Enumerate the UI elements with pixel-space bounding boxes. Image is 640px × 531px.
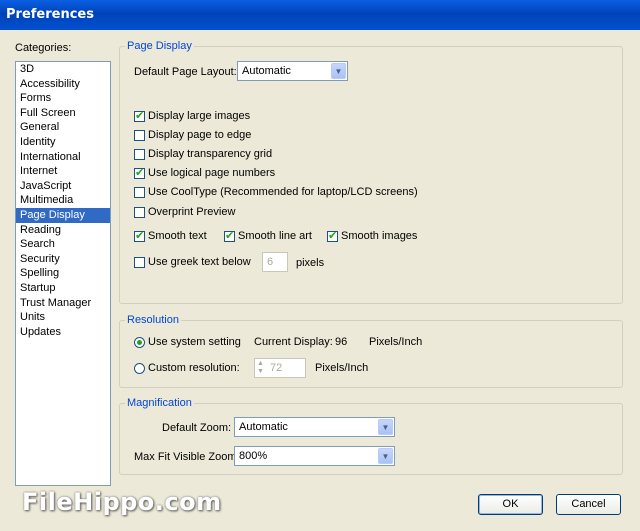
checkbox-box[interactable] <box>134 148 145 160</box>
overprint-preview-label: Overprint Preview <box>148 206 236 218</box>
checkbox-box[interactable] <box>134 109 145 122</box>
category-item[interactable]: Updates <box>16 325 110 340</box>
checkbox-box[interactable] <box>134 256 145 268</box>
use-logical-page-numbers-label: Use logical page numbers <box>148 167 276 179</box>
category-item[interactable]: Full Screen <box>16 106 110 121</box>
checkbox-box[interactable] <box>134 129 145 141</box>
category-item[interactable]: Units <box>16 310 110 325</box>
category-item[interactable]: Reading <box>16 223 110 238</box>
category-item[interactable]: Accessibility <box>16 77 110 92</box>
greek-text-unit: pixels <box>296 257 325 269</box>
checkbox-box[interactable] <box>134 166 145 179</box>
current-display-value: 96 <box>335 336 348 348</box>
resolution-legend: Resolution <box>125 314 181 326</box>
category-item[interactable]: Trust Manager <box>16 296 110 311</box>
default-zoom-label: Default Zoom: <box>162 422 232 434</box>
cancel-button[interactable]: Cancel <box>556 494 621 515</box>
custom-resolution-unit: Pixels/Inch <box>315 362 369 374</box>
display-transparency-grid-checkbox[interactable]: Display transparency grid <box>134 148 272 160</box>
use-cooltype-label: Use CoolType (Recommended for laptop/LCD… <box>148 186 418 198</box>
custom-resolution-stepper[interactable]: ▲ ▼ 72 <box>254 358 306 378</box>
category-item[interactable]: Startup <box>16 281 110 296</box>
current-display-label: Current Display: <box>254 336 333 348</box>
default-page-layout-value: Automatic <box>242 65 291 77</box>
category-item[interactable]: Spelling <box>16 266 110 281</box>
chevron-down-icon[interactable]: ▼ <box>378 448 393 464</box>
smooth-line-art-checkbox[interactable]: Smooth line art <box>224 229 312 242</box>
default-page-layout-select[interactable]: Automatic ▼ <box>237 61 348 81</box>
checkbox-box[interactable] <box>327 229 338 242</box>
categories-list[interactable]: 3D Accessibility Forms Full Screen General Id… <box>15 61 111 486</box>
default-zoom-select[interactable]: Automatic ▼ <box>234 417 395 437</box>
radio-dot[interactable] <box>134 336 145 348</box>
chevron-down-icon[interactable]: ▼ <box>378 419 393 435</box>
ok-button[interactable]: OK <box>478 494 543 515</box>
display-page-to-edge-checkbox[interactable]: Display page to edge <box>134 129 251 141</box>
smooth-line-art-label: Smooth line art <box>238 230 312 242</box>
category-item[interactable]: Security <box>16 252 110 267</box>
overprint-preview-checkbox[interactable]: Overprint Preview <box>134 206 235 218</box>
smooth-text-checkbox[interactable]: Smooth text <box>134 229 207 242</box>
category-item[interactable]: Search <box>16 237 110 252</box>
display-large-images-checkbox[interactable]: Display large images <box>134 109 251 122</box>
use-greek-text-label: Use greek text below <box>148 256 251 268</box>
default-page-layout-label: Default Page Layout: <box>134 66 237 78</box>
category-item[interactable]: Multimedia <box>16 193 110 208</box>
checkbox-box[interactable] <box>134 206 145 218</box>
magnification-legend: Magnification <box>125 397 194 409</box>
custom-resolution-radio[interactable]: Custom resolution: <box>134 362 240 374</box>
custom-resolution-value: 72 <box>270 362 283 374</box>
custom-resolution-label: Custom resolution: <box>148 362 240 374</box>
category-item[interactable]: Internet <box>16 164 110 179</box>
page-display-legend: Page Display <box>125 40 194 52</box>
default-zoom-value: Automatic <box>239 421 288 433</box>
max-fit-visible-zoom-value: 800% <box>239 450 268 462</box>
window-title: Preferences <box>6 7 94 22</box>
max-fit-visible-zoom-label: Max Fit Visible Zoom: <box>134 451 240 463</box>
use-logical-page-numbers-checkbox[interactable]: Use logical page numbers <box>134 166 276 179</box>
category-item[interactable]: 3D <box>16 62 110 77</box>
stepper-arrows-icon[interactable]: ▲ ▼ <box>257 360 264 376</box>
radio-dot[interactable] <box>134 362 145 374</box>
category-item[interactable]: General <box>16 120 110 135</box>
filehippo-watermark: FileHippo.com <box>22 488 222 516</box>
smooth-images-checkbox[interactable]: Smooth images <box>327 229 418 242</box>
checkbox-box[interactable] <box>134 229 145 242</box>
title-bar: Preferences <box>0 0 640 30</box>
use-greek-text-checkbox[interactable]: Use greek text below <box>134 256 251 268</box>
category-item[interactable]: International <box>16 150 110 165</box>
smooth-text-label: Smooth text <box>148 230 207 242</box>
current-display-unit: Pixels/Inch <box>369 336 423 348</box>
checkbox-box[interactable] <box>134 186 145 198</box>
category-item[interactable]: Page Display <box>16 207 110 223</box>
category-item[interactable]: JavaScript <box>16 179 110 194</box>
categories-label: Categories: <box>15 42 72 54</box>
greek-text-pixels-field[interactable]: 6 <box>262 252 288 272</box>
checkbox-box[interactable] <box>224 229 235 242</box>
resolution-group <box>119 320 623 388</box>
display-page-to-edge-label: Display page to edge <box>148 129 252 141</box>
smooth-images-label: Smooth images <box>341 230 418 242</box>
max-fit-visible-zoom-select[interactable]: 800% ▼ <box>234 446 395 466</box>
display-transparency-grid-label: Display transparency grid <box>148 148 273 160</box>
use-system-setting-radio[interactable]: Use system setting <box>134 336 241 348</box>
greek-text-pixels-value: 6 <box>267 256 274 268</box>
chevron-down-icon[interactable]: ▼ <box>331 63 346 79</box>
category-item[interactable]: Forms <box>16 91 110 106</box>
category-item[interactable]: Identity <box>16 135 110 150</box>
display-large-images-label: Display large images <box>148 110 251 122</box>
use-cooltype-checkbox[interactable]: Use CoolType (Recommended for laptop/LCD… <box>134 186 418 198</box>
use-system-setting-label: Use system setting <box>148 336 241 348</box>
